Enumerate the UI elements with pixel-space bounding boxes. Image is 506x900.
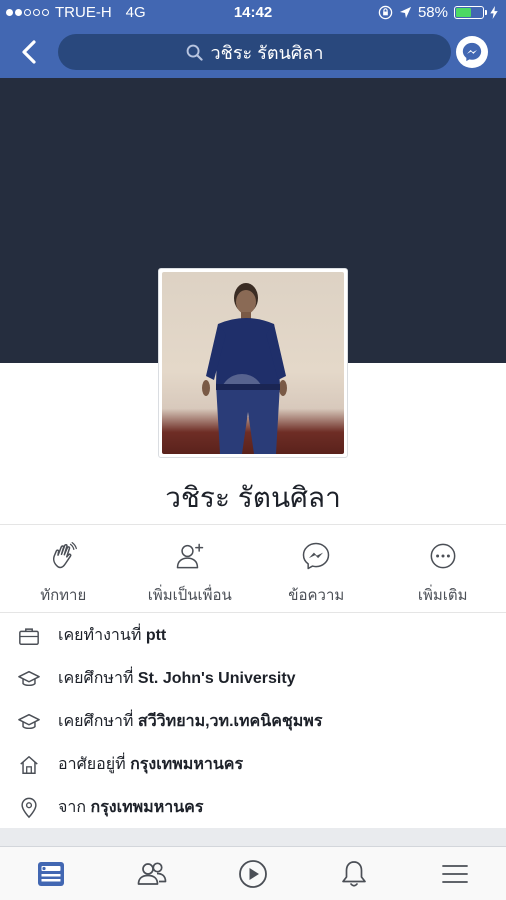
info-education-college[interactable]: เคยศึกษาที่ สวีวิทยาม,วท.เทคนิคชุมพร — [0, 700, 506, 743]
charging-bolt-icon — [490, 6, 498, 19]
location-arrow-icon — [399, 6, 412, 19]
wave-button[interactable]: ทักทาย — [0, 535, 127, 607]
add-friend-button[interactable]: เพิ่มเป็นเพื่อน — [127, 535, 254, 607]
info-work-text: เคยทำงานที่ ptt — [58, 627, 167, 644]
wave-label: ทักทาย — [40, 587, 87, 604]
wave-hand-icon — [53, 542, 78, 569]
messenger-icon — [462, 42, 482, 62]
intro-info-list: เคยทำงานที่ ptt เคยศึกษาที่ St. John's U… — [0, 614, 506, 829]
more-icon — [430, 543, 456, 569]
watch-tab[interactable] — [202, 847, 303, 900]
home-icon — [20, 755, 38, 774]
top-nav-bar: วชิระ รัตนศิลา — [0, 26, 506, 78]
person-photo — [202, 283, 287, 454]
friends-icon — [137, 861, 167, 885]
info-from[interactable]: จาก กรุงเทพมหานคร — [0, 786, 506, 829]
profile-name: วชิระ รัตนศิลา — [165, 482, 341, 513]
add-friend-icon — [176, 543, 203, 569]
graduation-cap-icon — [18, 670, 40, 686]
messenger-icon — [303, 542, 330, 570]
back-button[interactable] — [14, 38, 44, 66]
rotation-lock-icon — [378, 5, 393, 20]
info-lives-in[interactable]: อาศัยอยู่ที่ กรุงเทพมหานคร — [0, 743, 506, 786]
info-education-university-text: เคยศึกษาที่ St. John's University — [58, 670, 296, 687]
search-icon — [186, 44, 203, 61]
bell-icon — [342, 860, 367, 887]
location-pin-icon — [21, 797, 37, 818]
info-from-text: จาก กรุงเทพมหานคร — [58, 799, 204, 816]
bottom-tab-bar — [0, 846, 506, 900]
info-education-university[interactable]: เคยศึกษาที่ St. John's University — [0, 657, 506, 700]
info-education-college-text: เคยศึกษาที่ สวีวิทยาม,วท.เทคนิคชุมพร — [58, 713, 323, 730]
menu-tab[interactable] — [405, 847, 506, 900]
search-query-text: วชิระ รัตนศิลา — [210, 42, 324, 63]
hamburger-menu-icon — [442, 864, 469, 883]
more-label: เพิ่มเติม — [417, 587, 468, 604]
status-bar: TRUE-H 4G 14:42 58% — [0, 0, 506, 26]
battery-icon — [454, 6, 487, 19]
friends-tab[interactable] — [101, 847, 202, 900]
chevron-left-icon — [22, 40, 36, 64]
status-right: 58% — [378, 4, 498, 21]
more-button[interactable]: เพิ่มเติม — [380, 535, 506, 607]
divider — [0, 612, 506, 613]
graduation-cap-icon — [18, 713, 40, 729]
divider — [0, 524, 506, 525]
messenger-button[interactable] — [456, 36, 488, 68]
battery-percent: 58% — [417, 4, 448, 21]
search-input[interactable]: วชิระ รัตนศิลา — [58, 34, 451, 70]
profile-actions: ทักทาย เพิ่มเป็นเพื่อน ข้อความ เพิ่มเติม — [0, 535, 506, 607]
news-feed-icon — [37, 861, 64, 886]
message-button[interactable]: ข้อความ — [253, 535, 380, 607]
add-friend-label: เพิ่มเป็นเพื่อน — [147, 587, 232, 604]
profile-picture[interactable] — [158, 268, 348, 458]
info-lives-in-text: อาศัยอยู่ที่ กรุงเทพมหานคร — [58, 756, 244, 773]
profile-photo — [162, 272, 344, 454]
briefcase-icon — [19, 627, 39, 645]
section-separator — [0, 828, 506, 846]
message-label: ข้อความ — [288, 587, 345, 604]
play-icon — [239, 859, 267, 888]
info-work[interactable]: เคยทำงานที่ ptt — [0, 614, 506, 657]
notifications-tab[interactable] — [304, 847, 405, 900]
news-feed-tab[interactable] — [0, 847, 101, 900]
